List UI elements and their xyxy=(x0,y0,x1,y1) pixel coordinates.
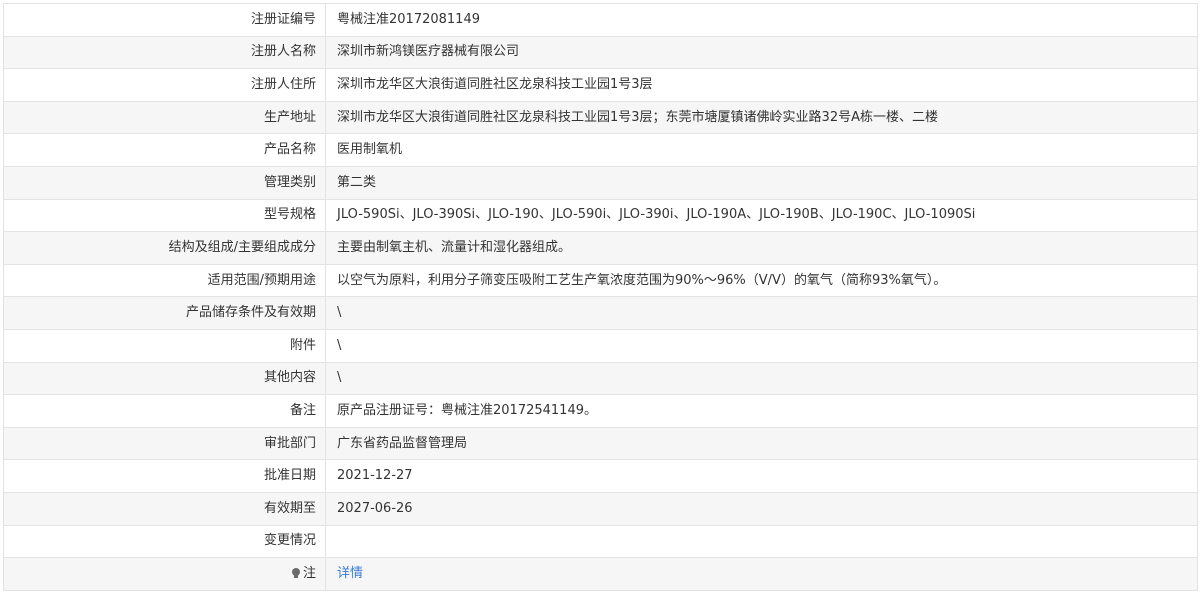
field-value: 深圳市新鸿镁医疗器械有限公司 xyxy=(325,35,1198,70)
registration-detail-page: 注册证编号 粤械注准20172081149 注册人名称 深圳市新鸿镁医疗器械有限公司注… xyxy=(0,0,1200,615)
field-value: 2021-12-27 xyxy=(325,459,1198,493)
table-row: 结构及组成/主要组成成分 主要由制氧主机、流量计和湿化器组成。 xyxy=(3,231,1198,265)
bulb-icon xyxy=(291,568,300,579)
note-label: 注 xyxy=(302,565,316,581)
field-label: 结构及组成/主要组成成分 xyxy=(3,231,326,265)
field-label: 有效期至 xyxy=(3,491,326,526)
field-value: 深圳市龙华区大浪街道同胜社区龙泉科技工业园1号3层 xyxy=(325,68,1198,102)
table-row: 附件 \ xyxy=(3,328,1198,363)
note-value-cell: 详情 xyxy=(325,557,1198,591)
field-label: 其他内容 xyxy=(3,361,326,396)
table-row: 批准日期 2021-12-27 xyxy=(3,459,1198,493)
table-row: 注册人名称 深圳市新鸿镁医疗器械有限公司 xyxy=(3,35,1198,70)
table-row: 管理类别 第二类 xyxy=(3,165,1198,200)
field-value: 医用制氧机 xyxy=(325,133,1198,167)
field-label: 管理类别 xyxy=(3,165,326,200)
table-row: 型号规格 JLO-590Si、JLO-390Si、JLO-190、JLO-590i… xyxy=(3,198,1198,233)
table-row: 审批部门 广东省药品监督管理局 xyxy=(3,426,1198,461)
table-row: 变更情况 xyxy=(3,524,1198,559)
field-label: 产品名称 xyxy=(3,133,326,167)
field-label: 批准日期 xyxy=(3,459,326,493)
table-row: 生产地址 深圳市龙华区大浪街道同胜社区龙泉科技工业园1号3层；东莞市塘厦镇诸佛岭实… xyxy=(3,100,1198,135)
field-value: \ xyxy=(325,361,1198,396)
field-label: 注册人名称 xyxy=(3,35,326,70)
table-row: 产品储存条件及有效期 \ xyxy=(3,296,1198,330)
table-row: 注册人住所 深圳市龙华区大浪街道同胜社区龙泉科技工业园1号3层 xyxy=(3,68,1198,102)
field-label: 适用范围/预期用途 xyxy=(3,263,326,298)
field-value: 粤械注准20172081149 xyxy=(325,3,1198,37)
field-label: 附件 xyxy=(3,328,326,363)
table-row: 产品名称 医用制氧机 xyxy=(3,133,1198,167)
table-row: 其他内容 \ xyxy=(3,361,1198,396)
table-row: 备注 原产品注册证号：粤械注准20172541149。 xyxy=(3,394,1198,428)
field-label: 生产地址 xyxy=(3,100,326,135)
field-label: 审批部门 xyxy=(3,426,326,461)
details-link[interactable]: 详情 xyxy=(337,566,363,581)
field-value: 深圳市龙华区大浪街道同胜社区龙泉科技工业园1号3层；东莞市塘厦镇诸佛岭实业路32… xyxy=(325,100,1198,135)
field-value: JLO-590Si、JLO-390Si、JLO-190、JLO-590i、JLO… xyxy=(325,198,1198,233)
field-label: 型号规格 xyxy=(3,198,326,233)
field-value: \ xyxy=(325,296,1198,330)
field-label: 注册人住所 xyxy=(3,68,326,102)
field-value: 广东省药品监督管理局 xyxy=(325,426,1198,461)
note-label-cell: 注 xyxy=(3,557,326,591)
field-value: 原产品注册证号：粤械注准20172541149。 xyxy=(325,394,1198,428)
field-label: 注册证编号 xyxy=(3,3,326,37)
field-value xyxy=(325,524,1198,559)
table-row: 有效期至 2027-06-26 xyxy=(3,491,1198,526)
field-label: 变更情况 xyxy=(3,524,326,559)
table-row: 适用范围/预期用途 以空气为原料，利用分子筛变压吸附工艺生产氧浓度范围为90%～9… xyxy=(3,263,1198,298)
table-row: 注册证编号 粤械注准20172081149 xyxy=(3,3,1198,37)
registration-info-table: 注册证编号 粤械注准20172081149 注册人名称 深圳市新鸿镁医疗器械有限公司注… xyxy=(3,3,1198,591)
field-value: 第二类 xyxy=(325,165,1198,200)
field-value: 2027-06-26 xyxy=(325,491,1198,526)
field-value: 主要由制氧主机、流量计和湿化器组成。 xyxy=(325,231,1198,265)
field-value: \ xyxy=(325,328,1198,363)
field-label: 备注 xyxy=(3,394,326,428)
field-value: 以空气为原料，利用分子筛变压吸附工艺生产氧浓度范围为90%～96%（V/V）的氧… xyxy=(325,263,1198,298)
field-label: 产品储存条件及有效期 xyxy=(3,296,326,330)
note-row: 注 详情 xyxy=(3,557,1198,591)
